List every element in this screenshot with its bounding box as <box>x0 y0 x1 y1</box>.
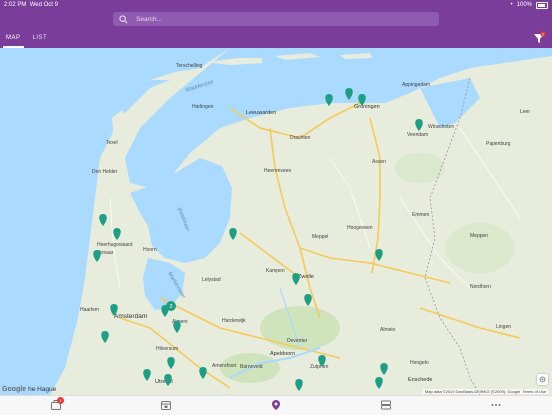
map-label: Leeuwarden <box>246 110 276 116</box>
wifi-icon: • <box>510 2 513 8</box>
map-label: Lingen <box>496 324 511 330</box>
search-bar[interactable] <box>113 12 439 26</box>
attribution-text: Map data ©2019 GeoBasis-DE/BKG (©2009), … <box>424 389 521 394</box>
battery-percent: 100% <box>516 2 532 8</box>
filter-badge: 2 <box>542 32 544 36</box>
map-label: Papenburg <box>486 141 511 147</box>
map-label: Terschelling <box>176 63 203 69</box>
storage-icon[interactable] <box>380 399 392 411</box>
map-label: Apeldoorn <box>270 351 295 357</box>
cluster-count: 2 <box>169 304 172 310</box>
map-label: Winschoten <box>428 124 454 130</box>
nav-badge: 1 <box>57 397 64 404</box>
bottom-nav: 1 <box>0 395 552 415</box>
battery-icon <box>536 1 548 9</box>
map-label: Hilversum <box>156 346 178 352</box>
map-label: Almelo <box>380 327 396 333</box>
map-label: Harderwijk <box>222 318 246 324</box>
top-app-bar: MAP LIST 2 <box>0 10 552 48</box>
map-label: Nordhorn <box>470 284 491 290</box>
status-time: 2:02 PM <box>4 2 27 8</box>
map-canvas[interactable]: Terschelling Harlingen Leeuwarden Gronin… <box>0 48 552 395</box>
map-label: Assen <box>372 159 386 165</box>
map-label: Zwolle <box>298 274 314 280</box>
map-label: Meppel <box>312 234 328 240</box>
google-text: Google <box>2 386 27 393</box>
map-label: Meppen <box>470 233 488 239</box>
map-label: Veendam <box>407 132 428 138</box>
map-label: Barneveld <box>240 364 263 370</box>
more-icon[interactable] <box>490 399 502 411</box>
status-right: • 100% <box>511 0 548 10</box>
map-label: Drachten <box>290 135 311 141</box>
map-label: Leer <box>520 109 530 115</box>
map-label: Enschede <box>408 377 432 383</box>
tab-map[interactable]: MAP <box>0 32 27 48</box>
terms-link[interactable]: Terms of Use <box>522 389 546 394</box>
filter-icon[interactable]: 2 <box>532 31 546 45</box>
status-bar: 2:02 PM Wed Oct 9 • 100% <box>0 0 552 10</box>
map-label: Hengelo <box>410 360 429 366</box>
calendar-icon[interactable] <box>160 399 172 411</box>
search-icon <box>119 14 128 23</box>
map-label: Groningen <box>354 104 380 110</box>
search-input[interactable] <box>134 14 418 24</box>
map-label: Deventer <box>287 338 308 344</box>
map-label: Kampen <box>266 268 285 274</box>
map-label: Texel <box>106 140 118 146</box>
map-pin-icon[interactable] <box>270 399 282 411</box>
map-label: Emmen <box>412 212 429 218</box>
map-label: Zutphen <box>310 364 329 370</box>
map-label-the-hague: he Hague <box>28 386 57 393</box>
google-logo: Google he Hague <box>2 386 56 393</box>
map-label: Lelystad <box>202 277 221 283</box>
map-label: Heerhugowaard <box>97 242 133 248</box>
status-date: Wed Oct 9 <box>29 2 58 8</box>
map-label: Hoorn <box>143 247 157 253</box>
map-label: Haarlem <box>80 307 99 313</box>
map-label: Hoogeveen <box>347 225 373 231</box>
cluster-marker[interactable]: 2 <box>166 301 176 311</box>
tab-list[interactable]: LIST <box>27 32 54 48</box>
map-label: Harlingen <box>192 104 214 110</box>
map-attribution[interactable]: Map data ©2019 GeoBasis-DE/BKG (©2009), … <box>422 389 548 394</box>
map-label: Amersfoort <box>212 363 237 369</box>
status-time-date: 2:02 PM Wed Oct 9 <box>4 0 58 10</box>
my-location-button[interactable] <box>537 374 548 385</box>
map-label: Appingedam <box>402 82 430 88</box>
crosshair-icon <box>539 376 546 383</box>
map-view[interactable]: Terschelling Harlingen Leeuwarden Gronin… <box>0 48 552 395</box>
view-tabs: MAP LIST <box>0 32 53 48</box>
map-label: Den Helder <box>92 169 118 175</box>
map-label: Heerenveen <box>264 168 291 174</box>
map-label: Amsterdam <box>114 313 147 320</box>
